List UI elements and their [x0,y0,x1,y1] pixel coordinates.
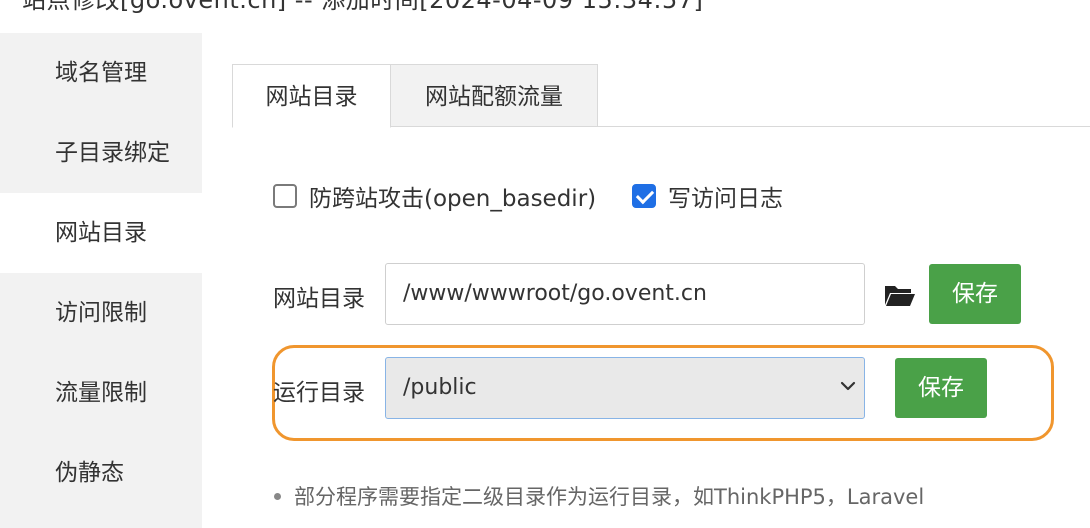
sidebar-item-traffic-limit[interactable]: 流量限制 [0,353,202,433]
tab-bar-divider [390,126,1090,127]
save-run-directory-button[interactable]: 保存 [895,358,987,418]
site-directory-input[interactable]: /www/wwwroot/go.ovent.cn [385,263,865,325]
sidebar-item-subdirectory-binding[interactable]: 子目录绑定 [0,113,202,193]
folder-open-icon[interactable] [884,283,916,307]
settings-sidebar: 域名管理 子目录绑定 网站目录 访问限制 流量限制 伪静态 [0,33,202,528]
run-directory-select[interactable]: /public [385,357,865,419]
bullet-icon [274,492,281,500]
access-log-checkbox[interactable] [632,184,656,208]
sidebar-item-access-restriction[interactable]: 访问限制 [0,273,202,353]
open-basedir-option[interactable]: 防跨站攻击(open_basedir) [273,180,596,212]
open-basedir-checkbox[interactable] [273,184,297,208]
sidebar-item-pseudo-static[interactable]: 伪静态 [0,433,202,513]
sidebar-item-site-directory[interactable]: 网站目录 [0,193,202,273]
site-directory-label: 网站目录 [273,286,365,312]
run-directory-label: 运行目录 [273,380,365,406]
chevron-down-icon [840,381,856,391]
dialog-title: 站点修改[go.ovent.cn] -- 添加时间[2024-04-09 15:… [22,0,704,14]
site-settings-dialog: 站点修改[go.ovent.cn] -- 添加时间[2024-04-09 15:… [0,0,1090,528]
run-directory-hint: 部分程序需要指定二级目录作为运行目录，如ThinkPHP5，Laravel [274,481,924,511]
tab-site-quota-traffic[interactable]: 网站配额流量 [390,64,598,127]
run-directory-hint-text: 部分程序需要指定二级目录作为运行目录，如ThinkPHP5，Laravel [294,485,925,509]
sidebar-item-domain-management[interactable]: 域名管理 [0,33,202,113]
dialog-title-bar: 站点修改[go.ovent.cn] -- 添加时间[2024-04-09 15:… [0,0,1090,33]
access-log-option[interactable]: 写访问日志 [632,180,783,212]
tab-site-directory[interactable]: 网站目录 [232,64,391,128]
access-log-label: 写访问日志 [668,186,783,212]
save-site-directory-button[interactable]: 保存 [929,264,1021,324]
open-basedir-label: 防跨站攻击(open_basedir) [309,186,597,212]
